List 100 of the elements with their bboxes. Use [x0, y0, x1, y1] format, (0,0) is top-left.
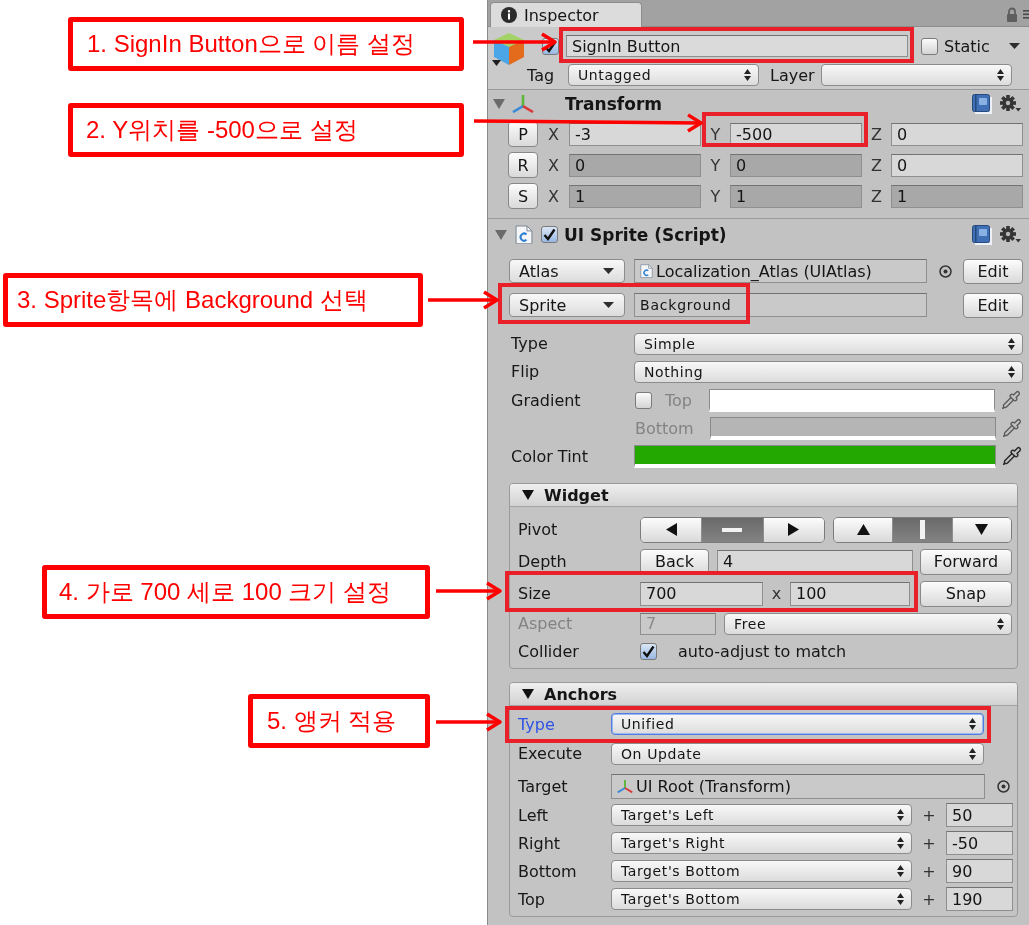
number-field[interactable]: 0 [891, 122, 1023, 146]
static-checkbox[interactable] [921, 37, 938, 55]
dropdown[interactable]: Target's Left [611, 804, 912, 826]
component-title: UI Sprite (Script) [564, 224, 728, 245]
dropdown[interactable]: On Update [611, 742, 984, 765]
circle-dot-icon[interactable] [997, 780, 1010, 793]
info-icon [501, 7, 517, 23]
object-field[interactable]: Localization_Atlas (UIAtlas) [634, 259, 927, 283]
edit-button[interactable]: Edit [963, 258, 1023, 284]
foldout-triangle-icon[interactable] [522, 490, 534, 500]
layer-dropdown[interactable] [821, 64, 1012, 86]
transform-button[interactable]: R [508, 152, 538, 178]
name-field[interactable]: SignIn Button [566, 35, 908, 57]
caret-icon[interactable] [603, 302, 614, 308]
property-label: Top [518, 889, 546, 909]
number-field[interactable]: 0 [569, 153, 701, 177]
eyedropper-icon[interactable] [1001, 390, 1021, 410]
axis-label: Z [870, 124, 883, 144]
transform-button[interactable]: S [508, 183, 538, 209]
arrow [428, 290, 499, 310]
property-label: Right [518, 833, 562, 853]
number-field[interactable]: 0 [730, 153, 862, 177]
axis-label: X [547, 124, 560, 144]
menu-icon[interactable] [1023, 9, 1029, 19]
property-label: Bottom [518, 861, 578, 881]
color-field[interactable] [710, 416, 996, 440]
atlas-dropdown[interactable]: Atlas [509, 259, 625, 283]
eyedropper-icon[interactable] [1002, 418, 1022, 438]
pivot-button[interactable] [951, 517, 1011, 542]
axis-label: X [547, 155, 560, 175]
number-field[interactable]: 190 [946, 887, 1013, 911]
number-field[interactable]: 1 [730, 184, 862, 208]
up-down-arrows-icon [997, 617, 1004, 630]
dropdown[interactable]: Target's Bottom [611, 888, 912, 910]
eyedropper-icon[interactable] [1002, 446, 1022, 466]
object-field[interactable]: UI Root (Transform) [611, 774, 985, 799]
sprite-dropdown[interactable]: Sprite [509, 293, 625, 317]
property-label: Top [665, 390, 693, 410]
axes-icon [617, 779, 633, 794]
triangle-left-icon [665, 523, 677, 536]
foldout-triangle-icon[interactable] [522, 689, 534, 699]
arrow [436, 712, 502, 732]
property-label: Type [511, 334, 549, 353]
number-field[interactable]: 100 [790, 581, 910, 606]
book-icon[interactable] [972, 94, 992, 114]
triangle-right-icon [788, 523, 800, 536]
settings-icon[interactable] [1000, 225, 1021, 244]
dropdown[interactable]: Target's Bottom [611, 860, 912, 882]
gradient-checkbox[interactable] [635, 391, 652, 409]
caret-icon[interactable] [603, 268, 614, 274]
edit-button[interactable]: Edit [963, 292, 1023, 318]
settings-icon[interactable] [1000, 95, 1021, 113]
dropdown[interactable]: Simple [634, 332, 1023, 355]
transform-button[interactable]: P [508, 121, 538, 147]
dropdown[interactable]: Unified [611, 713, 984, 735]
pivot-button[interactable] [834, 517, 893, 542]
color-field[interactable] [634, 444, 996, 468]
pivot-button[interactable] [641, 517, 702, 542]
component-title: Transform [565, 94, 663, 114]
number-field[interactable]: 1 [891, 184, 1023, 208]
number-field[interactable]: 0 [891, 153, 1023, 177]
up-down-arrows-icon [969, 718, 976, 730]
caret-icon[interactable] [1009, 43, 1020, 49]
number-field[interactable]: 700 [640, 581, 763, 606]
tag-dropdown[interactable]: Untagged [568, 64, 759, 86]
number-field[interactable]: -50 [946, 831, 1013, 855]
pivot-button[interactable] [762, 517, 824, 542]
enable-checkbox[interactable] [541, 226, 558, 243]
collider-checkbox[interactable] [640, 643, 657, 660]
dash-icon [722, 527, 743, 532]
number-field[interactable]: 1 [569, 184, 701, 208]
inspector-tab[interactable]: Inspector [490, 2, 642, 27]
section-header[interactable]: Anchors [510, 683, 1017, 706]
property-label: Bottom [635, 418, 695, 438]
lock-icon[interactable] [1006, 6, 1018, 22]
snap-button[interactable]: Snap [920, 580, 1012, 607]
color-field[interactable] [709, 388, 995, 412]
number-field[interactable]: -500 [730, 122, 862, 146]
number-field[interactable]: 50 [946, 803, 1013, 827]
property-label: Aspect [518, 614, 574, 633]
callout: 3. Sprite항목에 Background 선택 [3, 273, 423, 327]
forward-button[interactable]: Forward [920, 548, 1012, 575]
number-field[interactable]: 4 [717, 549, 913, 574]
sprite-field[interactable]: Background [634, 293, 927, 317]
property-label: Left [518, 805, 550, 825]
axis-label: Y [709, 155, 722, 175]
book-icon[interactable] [972, 224, 992, 245]
up-down-arrows-icon [897, 893, 904, 905]
number-field[interactable]: 90 [946, 859, 1013, 883]
axes-icon [512, 95, 534, 113]
section-title: Anchors [544, 684, 618, 704]
section-header[interactable]: Widget [510, 484, 1017, 507]
arrow [436, 581, 502, 601]
up-down-arrows-icon [897, 809, 904, 821]
axis-label: Y [709, 124, 722, 144]
up-down-arrows-icon [897, 837, 904, 849]
dropdown[interactable]: Nothing [634, 360, 1023, 383]
dropdown[interactable]: Target's Right [611, 832, 912, 854]
circle-dot-icon[interactable] [939, 264, 952, 278]
cube-icon[interactable] [492, 30, 526, 68]
